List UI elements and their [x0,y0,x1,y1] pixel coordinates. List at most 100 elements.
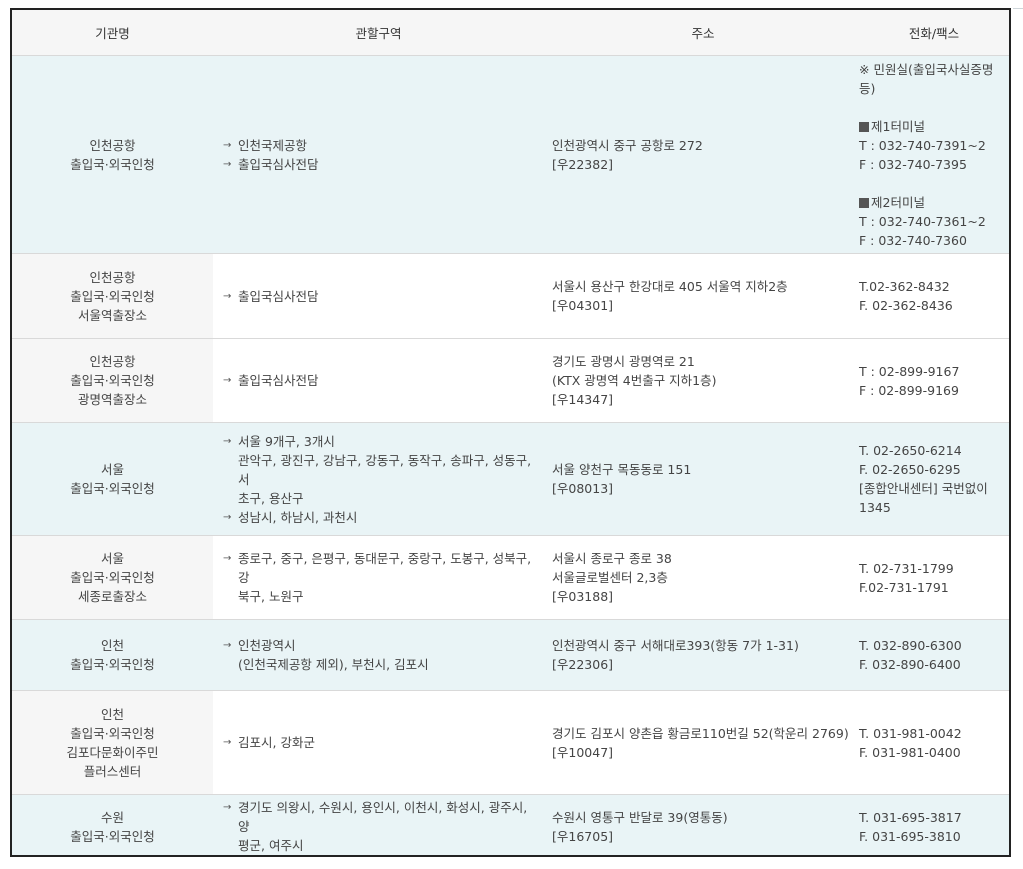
org-name-line: 출입국·외국인청 [70,288,155,304]
tel-cell: ※ 민원실(출입국사실증명 등) 제1터미널 T : 032-740-7391~2 F… [854,55,1009,254]
org-cell: 인천 출입국·외국인청 김포다문화이주민 플러스센터 [12,690,213,795]
address-line: 서울글로벌센터 2,3층 [552,570,668,585]
arrow-bullet-icon: → [223,158,232,170]
tel-line: F. 031-981-0400 [859,744,961,760]
area-cell: → 인천국제공항 → 출입국심사전담 [213,55,542,254]
org-name-line: 출입국·외국인청 [70,828,155,844]
org-cell: 수원출입국·외국인청 [12,794,213,855]
org-cell: 서울 출입국·외국인청 [12,422,213,536]
terminal-2-title: 제2터미널 [859,193,1009,212]
org-name-line: 광명역출장소 [77,392,147,407]
tel-cell: T. 031-981-0042 F. 031-981-0400 [854,690,1009,795]
address-line: 경기도 김포시 양촌읍 황금로110번길 52(학운리 2769) [552,725,849,741]
civil-office-note: ※ 민원실(출입국사실증명 등) [859,61,994,96]
square-bullet-icon [859,121,869,132]
tel-cell: T. 02-2650-6214 F. 02-2650-6295 [종합안내센터] 국… [854,422,1009,536]
arrow-bullet-icon: → [223,435,232,447]
area-cell: → 출입국심사전담 [213,253,542,339]
address-line: 인천광역시 중구 서해대로393(항동 7가 1-31) [552,638,799,653]
header-area: 관할구역 [213,10,542,56]
terminal-1-tel: T : 032-740-7391~2 [859,137,986,153]
tel-line: T. 031-981-0042 [859,725,962,741]
terminal-1-title: 제1터미널 [859,117,1009,136]
address-cell: 경기도 광명시 광명역로 21 (KTX 광명역 4번출구 지하1층) [우1434… [542,338,854,423]
org-name-line: 인천공항 [89,354,136,369]
address-line: [우22306] [552,657,614,672]
tel-line: T.02-362-8432 [859,279,950,294]
address-cell: 경기도 김포시 양촌읍 황금로110번길 52(학운리 2769) [우10047… [542,690,854,795]
org-name-line: 서울 [100,551,124,566]
org-cell: 인천공항 출입국·외국인청 서울역출장소 [12,253,213,339]
address-line: [우16705] [552,828,614,844]
area-item: → 인천광역시 (인천국제공항 제외), 부천시, 김포시 [223,636,534,674]
area-text: 종로구, 중구, 은평구, 동대문구, 중랑구, 도봉구, 성북구, 강 [238,551,532,585]
area-item: → 출입국심사전담 [223,371,534,390]
area-text: 출입국심사전담 [238,288,319,304]
org-cell: 인천공항 출입국·외국인청 광명역출장소 [12,338,213,423]
address-line: 경기도 광명시 광명역로 21 [552,354,695,369]
area-cell: → 김포시, 강화군 [213,690,542,795]
area-item: → 출입국심사전담 [223,155,534,174]
address-cell: 수원시 영통구 반달로 39(영통동) [우16705] [542,794,854,855]
table-header-row: 기관명 관할구역 주소 전화/팩스 [12,10,1009,56]
org-name-line: 출입국·외국인청 [70,570,155,585]
address-line: [우14347] [552,392,614,407]
tel-line: F.02-731-1791 [859,579,949,595]
org-name-line: 서울역출장소 [77,307,147,323]
area-text: 초구, 용산구 [238,490,304,506]
table-row: 수원 출입국·외국인청 → 경기도 의왕시, 수원시, 용인시, 이천시, 화성시, … [12,794,1009,855]
area-cell: → 종로구, 중구, 은평구, 동대문구, 중랑구, 도봉구, 성북구, 강 북구,… [213,535,542,620]
tel-cell: T. 032-890-6300 F. 032-890-6400 [854,619,1009,691]
arrow-bullet-icon: → [223,139,232,151]
org-cell: 인천공항 출입국·외국인청 [12,55,213,254]
address-cell: 서울 양천구 목동동로 151 [우08013] [542,422,854,536]
table-row: 인천공항 출입국·외국인청 서울역출장소 → 출입국심사전담 서울시 용산구 한강대로 4… [12,253,1009,339]
org-name-line: 세종로출장소 [77,589,147,604]
outer-divider [1013,8,1023,858]
tel-line: F. 02-362-8436 [859,298,953,313]
header-address: 주소 [542,10,854,56]
org-name-line: 인천 [100,638,124,653]
table-row: 서울출입국·외국인청세종로출장소 → 종로구, 중구, 은평구, 동대문구, 중랑구… [12,535,1009,620]
tel-line: F. 032-890-6400 [859,657,961,672]
org-name-line: 수원 [100,809,124,825]
tel-cell: T. 031-695-3817 F. 031-695-3810 [854,794,1009,855]
tel-line: T. 02-2650-6214 [859,443,962,458]
org-name-line: 인천공항 [89,137,136,153]
org-name-line: 출입국·외국인청 [70,725,155,741]
area-item: → 성남시, 하남시, 과천시 [223,508,534,527]
address-cell: 인천광역시 중구 공항로 272 [우22382] [542,55,854,254]
tel-cell: T. 02-731-1799 F.02-731-1791 [854,535,1009,620]
address-line: 인천광역시 중구 공항로 272 [552,137,703,153]
arrow-bullet-icon: → [223,553,232,564]
address-line: 서울시 종로구 종로 38 [552,551,672,566]
address-line: 서울 양천구 목동동로 151 [552,462,692,477]
address-cell: 서울시 종로구 종로 38 서울글로벌센터 2,3층 [우03188] [542,535,854,620]
area-cell: → 인천광역시 (인천국제공항 제외), 부천시, 김포시 [213,619,542,691]
org-name-line: 출입국·외국인청 [70,657,155,672]
terminal-2-tel: T : 032-740-7361~2 [859,213,986,229]
tel-cell: T : 02-899-9167 F : 02-899-9169 [854,338,1009,423]
address-cell: 인천광역시 중구 서해대로393(항동 7가 1-31) [우22306] [542,619,854,691]
arrow-bullet-icon: → [223,375,232,386]
tel-line: F. 031-695-3810 [859,828,961,844]
tel-line: [종합안내센터] 국번없이 1345 [859,481,988,515]
org-name-line: 플러스센터 [83,763,142,779]
terminal-2-fax: F : 032-740-7360 [859,232,967,248]
address-line: 수원시 영통구 반달로 39(영통동) [552,809,728,825]
org-cell: 서울출입국·외국인청세종로출장소 [12,535,213,620]
table-row: 인천공항 출입국·외국인청 광명역출장소 → 출입국심사전담 경기도 광명시 광명역로 2… [12,338,1009,423]
area-item: → 인천국제공항 [223,136,534,155]
tel-line: T : 02-899-9167 [859,363,960,379]
address-line: [우08013] [552,481,614,496]
address-line: (KTX 광명역 4번출구 지하1층) [552,373,717,388]
area-text: 서울 9개구, 3개시 [238,433,335,449]
terminal-1-fax: F : 032-740-7395 [859,156,967,172]
area-text: 인천광역시 [238,638,296,653]
org-name-line: 인천 [100,706,124,722]
office-table-frame: 기관명 관할구역 주소 전화/팩스 인천공항 출입국·외국인청 → 인천국제공항 → 출입… [10,8,1011,857]
org-cell: 인천출입국·외국인청 [12,619,213,691]
tel-cell: T.02-362-8432 F. 02-362-8436 [854,253,1009,339]
tel-line: F : 02-899-9169 [859,382,959,398]
area-text: 관악구, 광진구, 강남구, 강동구, 동작구, 송파구, 성동구, 서 [238,452,532,487]
